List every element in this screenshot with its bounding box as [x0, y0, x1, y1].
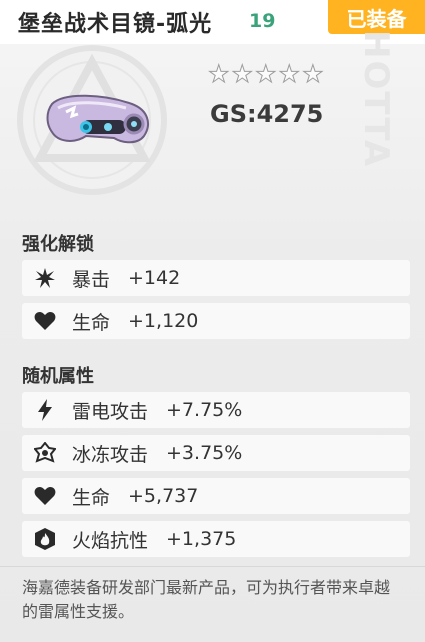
lightning-icon — [32, 397, 58, 423]
star-icon: ★ — [208, 60, 230, 88]
stat-value: +1,375 — [166, 528, 237, 550]
stat-row-crit: 暴击 +142 — [22, 260, 410, 296]
gear-score: GS:4275 — [210, 100, 324, 128]
star-icon: ★ — [231, 60, 254, 88]
item-title: 堡垒战术目镜-弧光 — [18, 12, 213, 37]
star-icon: ★ — [278, 60, 301, 88]
flame-shield-icon — [32, 526, 58, 552]
stat-value: +5,737 — [128, 485, 199, 507]
stat-value: +3.75% — [166, 442, 243, 464]
stat-row-hp: 生命 +1,120 — [22, 303, 410, 339]
equipped-badge: 已装备 — [328, 0, 425, 34]
star-icon: ★ — [255, 60, 277, 88]
heart-icon — [32, 483, 58, 509]
random-section-title: 随机属性 — [22, 366, 94, 387]
snowflake-icon — [32, 440, 58, 466]
stat-row-hp-random: 生命 +5,737 — [22, 478, 410, 514]
stat-name: 火焰抗性 — [72, 529, 149, 552]
stat-name: 冰冻攻击 — [72, 443, 149, 466]
logo-watermark: HOTTA — [356, 30, 396, 169]
item-description: 海嘉德装备研发部门最新产品，可为执行者带来卓越的雷属性支援。 — [22, 578, 391, 621]
star-rating: ★ ★ ★ ★ ★ — [208, 60, 325, 88]
star-icon: ★ — [302, 60, 324, 88]
stat-name: 生命 — [72, 486, 111, 509]
stat-value: +1,120 — [128, 310, 199, 332]
enhance-section-title: 强化解锁 — [22, 234, 94, 255]
stat-value: +142 — [128, 267, 181, 289]
stat-value: +7.75% — [166, 399, 243, 421]
stat-row-flame-res: 火焰抗性 +1,375 — [22, 521, 410, 557]
stat-row-frost-atk: 冰冻攻击 +3.75% — [22, 435, 410, 471]
stat-name: 生命 — [72, 311, 111, 334]
stat-name: 暴击 — [72, 268, 111, 291]
stat-name: 雷电攻击 — [72, 400, 149, 423]
item-emblem — [17, 45, 167, 195]
crit-burst-icon — [32, 265, 58, 291]
stat-row-thunder-atk: 雷电攻击 +7.75% — [22, 392, 410, 428]
item-level: 19 — [249, 10, 276, 32]
divider — [0, 566, 425, 567]
heart-icon — [32, 308, 58, 334]
